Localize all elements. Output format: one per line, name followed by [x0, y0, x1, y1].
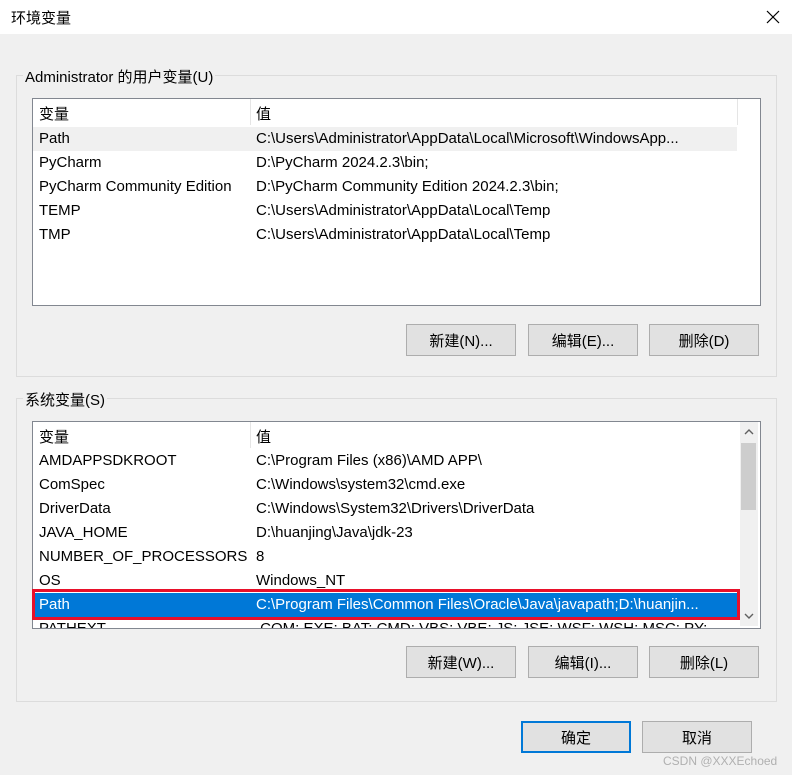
system-var-name: OS: [39, 572, 61, 589]
system-var-row[interactable]: JAVA_HOME D:\huanjing\Java\jdk-23: [33, 521, 737, 545]
system-var-row[interactable]: AMDAPPSDKROOT C:\Program Files (x86)\AMD…: [33, 449, 737, 473]
system-var-row[interactable]: OS Windows_NT: [33, 569, 737, 593]
column-header-value[interactable]: 值: [256, 426, 271, 447]
system-vars-header: 变量 值: [33, 422, 760, 448]
system-delete-button[interactable]: 删除(L): [649, 646, 759, 678]
user-var-row[interactable]: PyCharm D:\PyCharm 2024.2.3\bin;: [33, 151, 737, 175]
user-var-row[interactable]: TEMP C:\Users\Administrator\AppData\Loca…: [33, 199, 737, 223]
system-var-value: C:\Windows\System32\Drivers\DriverData: [256, 500, 535, 517]
system-var-name: DriverData: [39, 500, 111, 517]
chevron-down-icon: [744, 613, 753, 619]
system-var-name: Path: [39, 596, 70, 613]
user-delete-button[interactable]: 删除(D): [649, 324, 759, 356]
user-var-row[interactable]: PyCharm Community Edition D:\PyCharm Com…: [33, 175, 737, 199]
watermark: CSDN @XXXEchoed: [663, 754, 778, 768]
dialog-title: 环境变量: [11, 10, 72, 27]
system-vars-scrollbar[interactable]: [740, 422, 758, 626]
system-var-name: NUMBER_OF_PROCESSORS: [39, 548, 248, 565]
chevron-up-icon: [744, 428, 753, 434]
system-var-name: JAVA_HOME: [39, 524, 128, 541]
system-var-name: ComSpec: [39, 476, 105, 493]
system-var-row[interactable]: DriverData C:\Windows\System32\Drivers\D…: [33, 497, 737, 521]
ok-button[interactable]: 确定: [521, 721, 631, 753]
user-var-value: D:\PyCharm 2024.2.3\bin;: [256, 154, 429, 171]
scroll-up-button[interactable]: [740, 423, 757, 440]
column-header-variable[interactable]: 变量: [39, 426, 69, 447]
user-var-name: PyCharm Community Edition: [39, 178, 232, 195]
close-button[interactable]: [754, 0, 792, 34]
system-var-value: C:\Program Files\Common Files\Oracle\Jav…: [256, 596, 699, 613]
user-var-row[interactable]: Path C:\Users\Administrator\AppData\Loca…: [33, 127, 737, 151]
system-var-value: C:\Windows\system32\cmd.exe: [256, 476, 466, 493]
system-var-name: AMDAPPSDKROOT: [39, 452, 177, 469]
user-edit-button[interactable]: 编辑(E)...: [528, 324, 638, 356]
system-var-row[interactable]: NUMBER_OF_PROCESSORS 8: [33, 545, 737, 569]
column-header-value[interactable]: 值: [256, 103, 271, 124]
title-bar: 环境变量: [0, 0, 792, 34]
user-vars-list[interactable]: 变量 值 Path C:\Users\Administrator\AppData…: [32, 98, 761, 306]
user-var-value: C:\Users\Administrator\AppData\Local\Tem…: [256, 202, 551, 219]
user-var-row[interactable]: TMP C:\Users\Administrator\AppData\Local…: [33, 223, 737, 247]
column-header-variable[interactable]: 变量: [39, 103, 69, 124]
column-separator[interactable]: [737, 99, 738, 125]
system-vars-group-label: 系统变量(S): [23, 389, 107, 410]
system-new-button[interactable]: 新建(W)...: [406, 646, 516, 678]
cancel-button[interactable]: 取消: [642, 721, 752, 753]
system-var-value: .COM;.EXE;.BAT;.CMD;.VBS;.VBE;.JS;.JSE;.…: [256, 620, 734, 629]
close-icon: [766, 10, 780, 24]
system-edit-button[interactable]: 编辑(I)...: [528, 646, 638, 678]
user-vars-header: 变量 值: [33, 99, 760, 125]
user-var-name: TMP: [39, 226, 71, 243]
user-var-value: D:\PyCharm Community Edition 2024.2.3\bi…: [256, 178, 559, 195]
user-var-name: PyCharm: [39, 154, 102, 171]
column-separator[interactable]: [250, 422, 251, 448]
system-var-value: 8: [256, 548, 265, 565]
user-new-button[interactable]: 新建(N)...: [406, 324, 516, 356]
system-var-value: C:\Program Files (x86)\AMD APP\: [256, 452, 482, 469]
scroll-down-button[interactable]: [740, 607, 757, 624]
system-var-name: PATHEXT: [39, 620, 106, 629]
user-var-name: TEMP: [39, 202, 81, 219]
system-vars-list[interactable]: 变量 值 AMDAPPSDKROOT C:\Program Files (x86…: [32, 421, 761, 629]
system-var-value: Windows_NT: [256, 572, 346, 589]
user-vars-group-label: Administrator 的用户变量(U): [23, 66, 216, 87]
column-separator[interactable]: [250, 99, 251, 125]
user-var-value: C:\Users\Administrator\AppData\Local\Tem…: [256, 226, 551, 243]
user-var-name: Path: [39, 130, 70, 147]
system-var-row[interactable]: ComSpec C:\Windows\system32\cmd.exe: [33, 473, 737, 497]
system-var-value: D:\huanjing\Java\jdk-23: [256, 524, 413, 541]
system-var-row[interactable]: PATHEXT .COM;.EXE;.BAT;.CMD;.VBS;.VBE;.J…: [33, 617, 737, 629]
scroll-thumb[interactable]: [741, 443, 756, 510]
user-var-value: C:\Users\Administrator\AppData\Local\Mic…: [256, 130, 679, 147]
system-var-row-selected[interactable]: Path C:\Program Files\Common Files\Oracl…: [33, 593, 737, 617]
